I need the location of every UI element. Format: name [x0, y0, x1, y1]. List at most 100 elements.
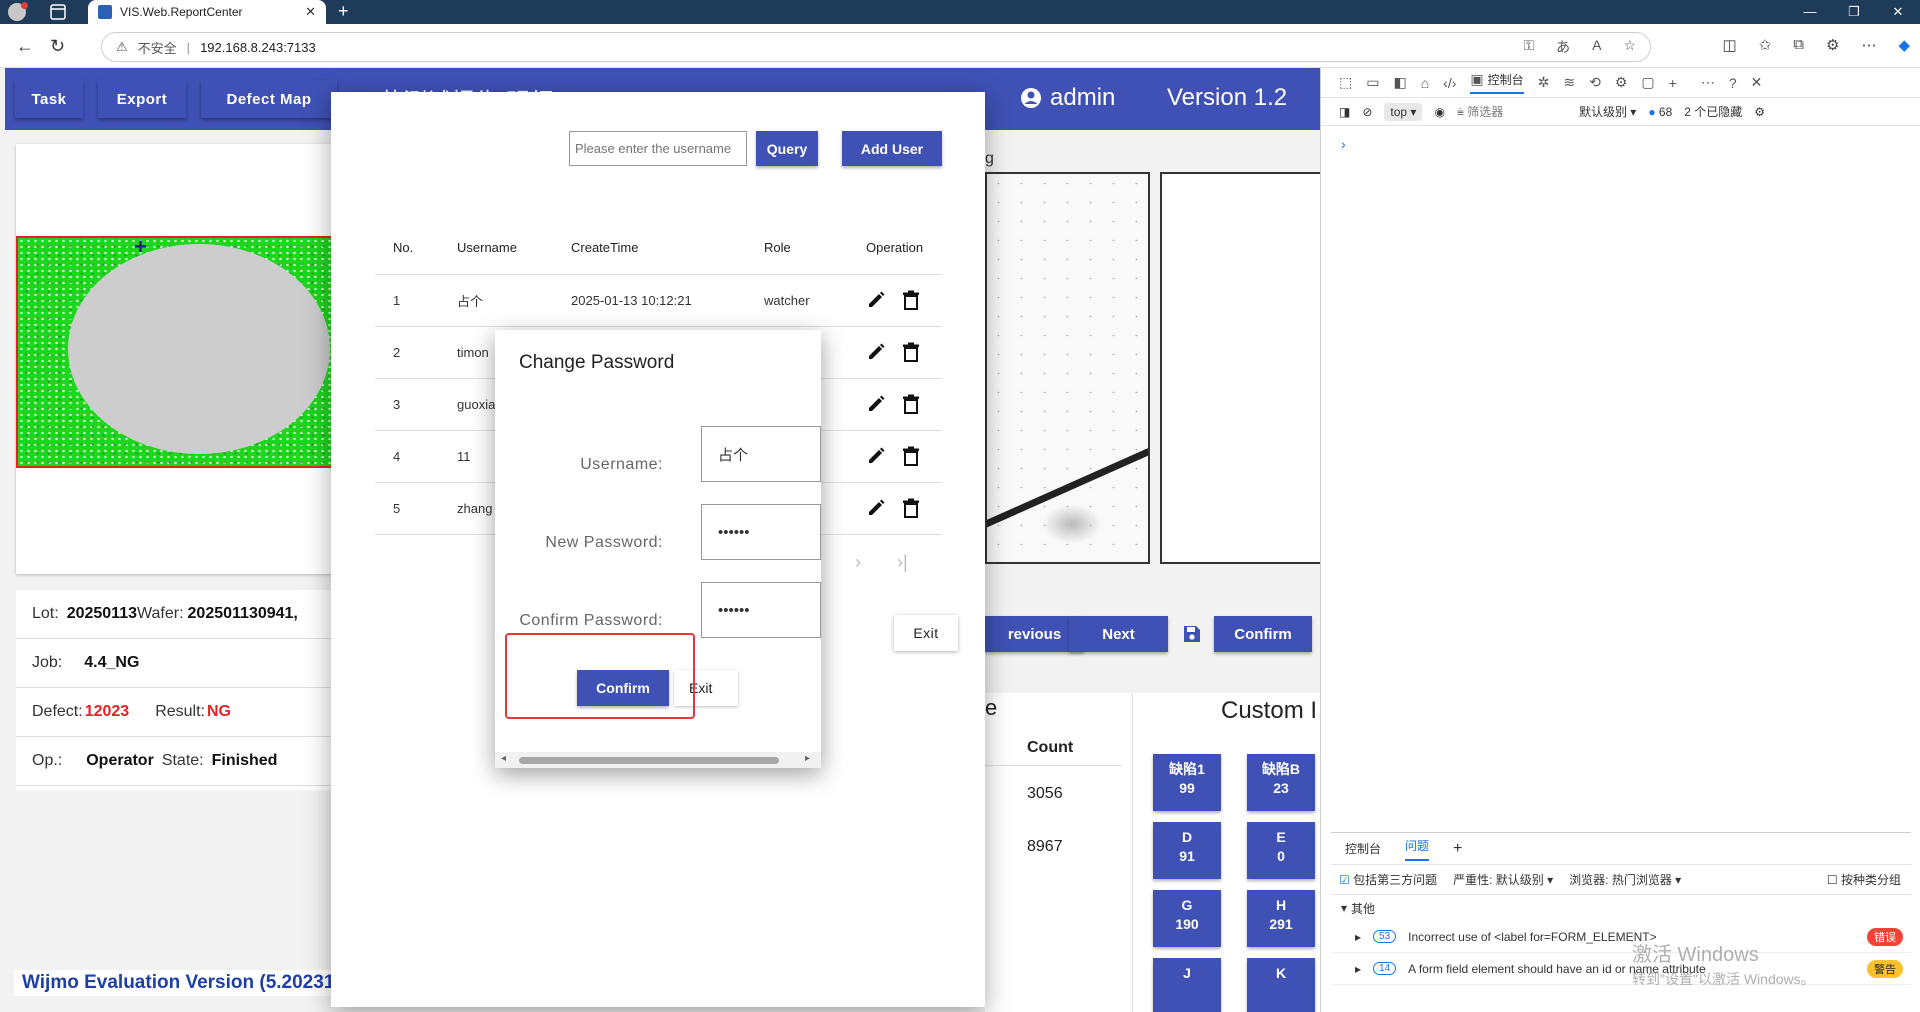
browser-tab-active[interactable]: VIS.Web.ReportCenter ✕: [88, 0, 326, 24]
severity-selector[interactable]: 严重性: 默认级别 ▾: [1453, 871, 1553, 888]
issue-row[interactable]: ▸ 14 A form field element should have an…: [1331, 953, 1911, 985]
username-search-input[interactable]: [569, 131, 747, 166]
read-aloud-icon[interactable]: A: [1592, 37, 1601, 57]
edit-pencil-icon[interactable]: [866, 290, 886, 310]
application-icon[interactable]: ▢: [1641, 74, 1654, 91]
delete-trash-icon[interactable]: [902, 290, 920, 310]
add-panel-plus-icon[interactable]: +: [1669, 75, 1677, 91]
help-icon[interactable]: ?: [1729, 75, 1737, 91]
address-bar[interactable]: ⚠ 不安全 | 192.168.8.243:7133 ⚿ あ A ☆: [101, 32, 1651, 62]
defect-image-1[interactable]: [985, 172, 1150, 564]
settings-gear-icon[interactable]: ⚙: [1615, 74, 1628, 91]
back-arrow-icon[interactable]: ←: [16, 36, 34, 57]
defect-class-button[interactable]: J: [1153, 958, 1221, 1012]
performance-icon[interactable]: ⟲: [1589, 74, 1601, 91]
url-text[interactable]: 192.168.8.243:7133: [200, 40, 316, 55]
defect-class-button[interactable]: E 0: [1247, 822, 1315, 879]
close-tab-icon[interactable]: ✕: [305, 4, 316, 20]
pager-last-icon[interactable]: ›|: [897, 552, 908, 573]
drawer-tab-console[interactable]: 控制台: [1345, 840, 1381, 857]
reload-icon[interactable]: ↻: [50, 36, 65, 57]
issue-row[interactable]: ▸ 53 Incorrect use of <label for=FORM_EL…: [1331, 921, 1911, 953]
defect-class-button[interactable]: G 190: [1153, 890, 1221, 947]
key-icon[interactable]: ⚿: [1523, 37, 1534, 57]
password-dialog-exit-button[interactable]: Exit: [674, 670, 738, 706]
device-toolbar-icon[interactable]: ▭: [1366, 74, 1379, 91]
console-prompt-chevron-icon[interactable]: ›: [1341, 136, 1346, 152]
translate-icon[interactable]: あ: [1556, 37, 1570, 57]
minimize-icon[interactable]: —: [1788, 0, 1832, 24]
scrollbar-thumb[interactable]: [519, 757, 779, 764]
dock-icon[interactable]: ◧: [1393, 74, 1406, 91]
defect-class-button[interactable]: K: [1247, 958, 1315, 1012]
defect-image-2[interactable]: [1160, 172, 1320, 564]
edit-pencil-icon[interactable]: [866, 446, 886, 466]
welcome-home-icon[interactable]: ⌂: [1421, 75, 1429, 91]
edit-pencil-icon[interactable]: [866, 342, 886, 362]
browser-filter-selector[interactable]: 浏览器: 热门浏览器 ▾: [1569, 871, 1681, 888]
edit-pencil-icon[interactable]: [866, 394, 886, 414]
query-button[interactable]: Query: [756, 131, 818, 166]
more-menu-icon[interactable]: ⋯: [1861, 36, 1876, 54]
add-user-button[interactable]: Add User: [842, 131, 942, 166]
defect-class-button[interactable]: 缺陷B 23: [1247, 754, 1315, 811]
drawer-tab-issues[interactable]: 问题: [1405, 837, 1430, 861]
defect-class-button[interactable]: 缺陷1 99: [1153, 754, 1221, 811]
delete-trash-icon[interactable]: [902, 342, 920, 362]
extensions-icon[interactable]: ⚙: [1826, 36, 1839, 54]
defect-class-button[interactable]: D 91: [1153, 822, 1221, 879]
username-field[interactable]: [701, 426, 821, 482]
collections-icon[interactable]: ⧉: [1793, 36, 1804, 54]
defect-class-button[interactable]: H 291: [1247, 890, 1315, 947]
save-icon[interactable]: [1183, 625, 1201, 643]
elements-code-icon[interactable]: ‹/›: [1443, 75, 1456, 91]
warning-triangle-icon[interactable]: ⚠: [116, 39, 128, 55]
group-by-kind-checkbox[interactable]: ☐ 按种类分组: [1827, 871, 1911, 888]
close-window-icon[interactable]: ✕: [1876, 0, 1920, 24]
delete-trash-icon[interactable]: [902, 446, 920, 466]
network-wifi-icon[interactable]: ≋: [1563, 74, 1575, 91]
scroll-right-arrow-icon[interactable]: ▸: [805, 753, 810, 764]
split-screen-icon[interactable]: ◫: [1723, 36, 1737, 54]
new-password-field[interactable]: [701, 504, 821, 560]
third-party-checkbox[interactable]: ☑ 包括第三方问题: [1339, 871, 1437, 888]
nav-defect-map-button[interactable]: Defect Map: [201, 80, 337, 118]
issue-group-header[interactable]: ▾ 其他: [1331, 895, 1911, 921]
inspect-element-icon[interactable]: ⬚: [1339, 74, 1352, 91]
tab-actions-icon[interactable]: [50, 4, 66, 20]
delete-trash-icon[interactable]: [902, 498, 920, 518]
current-user[interactable]: admin: [1020, 84, 1115, 112]
console-settings-icon[interactable]: ⚙: [1754, 105, 1765, 119]
nav-task-button[interactable]: Task: [15, 80, 83, 118]
profile-avatar-icon[interactable]: [8, 2, 28, 21]
new-tab-plus-icon[interactable]: +: [338, 1, 349, 22]
message-count-badge[interactable]: ● 68: [1648, 105, 1672, 119]
copilot-icon[interactable]: ◆: [1898, 36, 1910, 54]
clear-console-icon[interactable]: ⊘: [1362, 105, 1372, 119]
pager-next-icon[interactable]: ›: [855, 552, 861, 573]
confirm-password-field[interactable]: [701, 582, 821, 638]
live-expression-eye-icon[interactable]: ◉: [1434, 105, 1444, 119]
console-filter-input[interactable]: ⩧ 筛选器: [1457, 103, 1567, 120]
delete-trash-icon[interactable]: [902, 394, 920, 414]
log-level-selector[interactable]: 默认级别 ▾: [1579, 103, 1636, 120]
horizontal-scrollbar[interactable]: ◂ ▸: [495, 752, 821, 768]
nav-export-button[interactable]: Export: [98, 80, 186, 118]
drawer-add-tab-plus-icon[interactable]: +: [1453, 840, 1462, 858]
sidebar-toggle-icon[interactable]: ◨: [1339, 105, 1350, 119]
scroll-left-arrow-icon[interactable]: ◂: [501, 753, 506, 764]
devtools-tab-console[interactable]: ▣ 控制台: [1470, 71, 1524, 94]
confirm-result-button[interactable]: Confirm: [1214, 616, 1312, 652]
favorites-icon[interactable]: ✩: [1759, 36, 1772, 54]
next-button[interactable]: Next: [1069, 616, 1168, 652]
more-tools-icon[interactable]: ⋯: [1701, 74, 1715, 91]
close-devtools-icon[interactable]: ✕: [1751, 74, 1763, 91]
context-selector[interactable]: top ▾: [1384, 102, 1423, 121]
debugger-bug-icon[interactable]: ✲: [1538, 74, 1550, 91]
wafer-map[interactable]: +: [16, 236, 336, 468]
edit-pencil-icon[interactable]: [866, 498, 886, 518]
user-dialog-exit-button[interactable]: Exit: [894, 615, 958, 651]
restore-icon[interactable]: ❐: [1832, 0, 1876, 24]
confirm-password-button[interactable]: Confirm: [577, 670, 669, 706]
favorite-star-icon[interactable]: ☆: [1623, 37, 1636, 57]
